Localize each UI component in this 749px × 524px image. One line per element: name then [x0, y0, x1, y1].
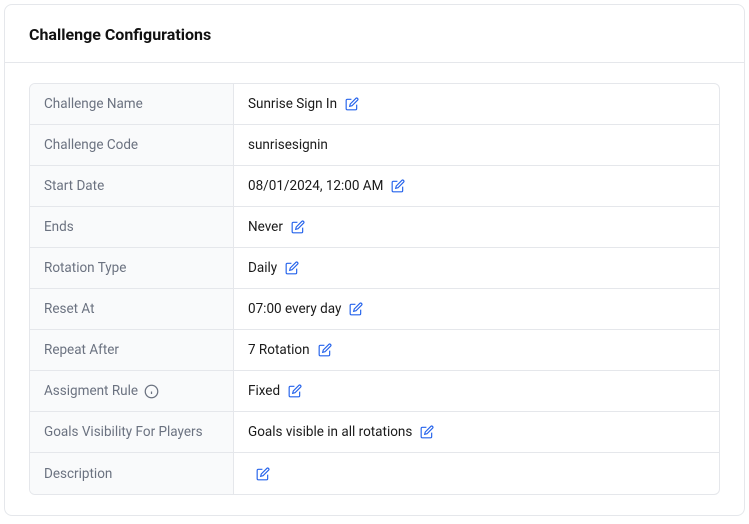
- edit-goals-visibility-button[interactable]: [420, 425, 434, 439]
- row-start-date: Start Date 08/01/2024, 12:00 AM: [30, 166, 719, 207]
- label-text: Description: [44, 466, 112, 482]
- label-goals-visibility: Goals Visibility For Players: [30, 412, 234, 452]
- edit-repeat-after-button[interactable]: [318, 343, 332, 357]
- value-text: sunrisesignin: [248, 137, 328, 153]
- pencil-icon: [285, 261, 299, 275]
- label-text: Assigment Rule: [44, 383, 138, 399]
- value-repeat-after: 7 Rotation: [234, 330, 719, 370]
- row-ends: Ends Never: [30, 207, 719, 248]
- edit-rotation-type-button[interactable]: [285, 261, 299, 275]
- label-start-date: Start Date: [30, 166, 234, 206]
- edit-ends-button[interactable]: [291, 220, 305, 234]
- value-rotation-type: Daily: [234, 248, 719, 288]
- value-assignment-rule: Fixed: [234, 371, 719, 411]
- row-challenge-name: Challenge Name Sunrise Sign In: [30, 84, 719, 125]
- label-text: Challenge Name: [44, 96, 143, 112]
- row-challenge-code: Challenge Code sunrisesignin: [30, 125, 719, 166]
- label-text: Challenge Code: [44, 137, 138, 153]
- pencil-icon: [288, 384, 302, 398]
- label-text: Rotation Type: [44, 260, 126, 276]
- challenge-config-card: Challenge Configurations Challenge Name …: [4, 4, 745, 516]
- label-repeat-after: Repeat After: [30, 330, 234, 370]
- pencil-icon: [256, 467, 270, 481]
- value-start-date: 08/01/2024, 12:00 AM: [234, 166, 719, 206]
- label-challenge-name: Challenge Name: [30, 84, 234, 124]
- info-icon[interactable]: [144, 384, 159, 399]
- value-text: Sunrise Sign In: [248, 96, 337, 112]
- edit-start-date-button[interactable]: [391, 179, 405, 193]
- value-text: Daily: [248, 260, 277, 276]
- pencil-icon: [291, 220, 305, 234]
- label-rotation-type: Rotation Type: [30, 248, 234, 288]
- label-reset-at: Reset At: [30, 289, 234, 329]
- value-goals-visibility: Goals visible in all rotations: [234, 412, 719, 452]
- row-assignment-rule: Assigment Rule Fixed: [30, 371, 719, 412]
- edit-assignment-rule-button[interactable]: [288, 384, 302, 398]
- card-title: Challenge Configurations: [29, 25, 720, 44]
- config-table: Challenge Name Sunrise Sign In Challenge…: [29, 83, 720, 495]
- value-text: Fixed: [248, 383, 280, 399]
- label-text: Reset At: [44, 301, 94, 317]
- edit-challenge-name-button[interactable]: [345, 97, 359, 111]
- value-reset-at: 07:00 every day: [234, 289, 719, 329]
- pencil-icon: [420, 425, 434, 439]
- label-description: Description: [30, 453, 234, 494]
- pencil-icon: [345, 97, 359, 111]
- value-text: Never: [248, 219, 283, 235]
- row-repeat-after: Repeat After 7 Rotation: [30, 330, 719, 371]
- label-assignment-rule: Assigment Rule: [30, 371, 234, 411]
- row-rotation-type: Rotation Type Daily: [30, 248, 719, 289]
- value-text: 08/01/2024, 12:00 AM: [248, 178, 383, 194]
- label-challenge-code: Challenge Code: [30, 125, 234, 165]
- value-text: 7 Rotation: [248, 342, 310, 358]
- value-challenge-code: sunrisesignin: [234, 125, 719, 165]
- value-ends: Never: [234, 207, 719, 247]
- value-description: [234, 453, 719, 494]
- pencil-icon: [391, 179, 405, 193]
- row-description: Description: [30, 453, 719, 494]
- edit-description-button[interactable]: [256, 467, 270, 481]
- label-text: Repeat After: [44, 342, 119, 358]
- card-header: Challenge Configurations: [5, 5, 744, 63]
- value-challenge-name: Sunrise Sign In: [234, 84, 719, 124]
- label-text: Goals Visibility For Players: [44, 424, 203, 440]
- edit-reset-at-button[interactable]: [349, 302, 363, 316]
- row-reset-at: Reset At 07:00 every day: [30, 289, 719, 330]
- label-text: Ends: [44, 219, 74, 235]
- value-text: 07:00 every day: [248, 301, 341, 317]
- card-body: Challenge Name Sunrise Sign In Challenge…: [5, 63, 744, 515]
- label-ends: Ends: [30, 207, 234, 247]
- pencil-icon: [318, 343, 332, 357]
- pencil-icon: [349, 302, 363, 316]
- row-goals-visibility: Goals Visibility For Players Goals visib…: [30, 412, 719, 453]
- label-text: Start Date: [44, 178, 104, 194]
- value-text: Goals visible in all rotations: [248, 424, 412, 440]
